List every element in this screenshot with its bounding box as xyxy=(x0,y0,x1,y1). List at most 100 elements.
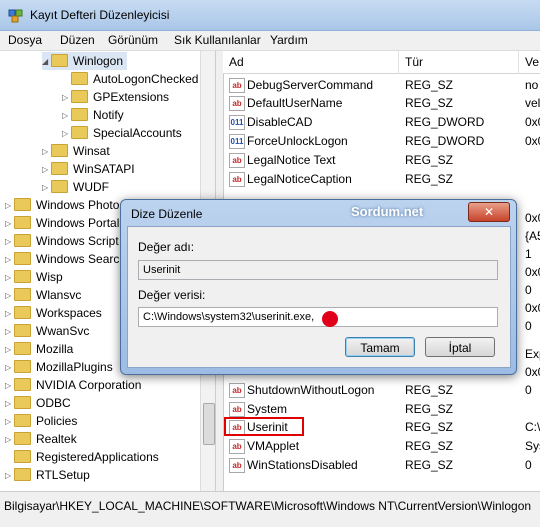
expander-icon[interactable]: ▷ xyxy=(42,143,51,161)
value-type: REG_SZ xyxy=(405,458,454,472)
expander-icon[interactable]: ▷ xyxy=(5,305,14,323)
expander-icon[interactable]: ▷ xyxy=(42,161,51,179)
watermark: Sordum.net xyxy=(351,204,424,219)
value-name: ShutdownWithoutLogon xyxy=(247,383,375,397)
value-data: vel xyxy=(525,96,540,110)
tree-item-autologonchecked[interactable]: AutoLogonChecked xyxy=(62,70,198,88)
expander-icon[interactable]: ▷ xyxy=(62,107,71,125)
value-row[interactable]: ab WinStationsDisabled REG_SZ 0 xyxy=(223,456,540,474)
value-row[interactable]: ab DebugServerCommand REG_SZ no xyxy=(223,76,540,94)
menu-view[interactable]: Görünüm xyxy=(108,33,158,47)
expander-icon[interactable]: ▷ xyxy=(62,89,71,107)
tree-item-notify[interactable]: ▷ Notify xyxy=(62,106,124,124)
value-name: LegalNoticeCaption xyxy=(247,172,352,186)
tree-item-gpextensions[interactable]: ▷ GPExtensions xyxy=(62,88,169,106)
value-row[interactable]: ab System REG_SZ xyxy=(223,400,540,418)
value-data-input[interactable]: C:\Windows\system32\userinit.exe, xyxy=(138,307,498,327)
folder-icon xyxy=(14,432,31,446)
tree-item-label: WUDF xyxy=(73,180,109,194)
tree-item-realtek[interactable]: ▷ Realtek xyxy=(5,430,77,448)
tree-item-odbc[interactable]: ▷ ODBC xyxy=(5,394,71,412)
userinit-highlight-box xyxy=(224,417,304,436)
tree-item-wlansvc[interactable]: ▷ Wlansvc xyxy=(5,286,81,304)
tree-item-winsat[interactable]: ▷ Winsat xyxy=(42,142,110,160)
expander-icon[interactable]: ▷ xyxy=(5,323,14,341)
value-type: REG_SZ xyxy=(405,439,454,453)
expander-icon[interactable]: ◢ xyxy=(42,53,51,71)
value-name-label: Değer adı: xyxy=(138,240,195,254)
value-name: DebugServerCommand xyxy=(247,78,374,92)
red-dot-marker xyxy=(322,311,338,327)
tree-item-winlogon[interactable]: ◢ Winlogon xyxy=(42,52,128,71)
tree-item-wwansvc[interactable]: ▷ WwanSvc xyxy=(5,322,89,340)
folder-icon xyxy=(14,468,31,482)
tree-item-label: Notify xyxy=(93,108,124,122)
folder-icon xyxy=(51,54,68,68)
expander-icon[interactable]: ▷ xyxy=(5,197,14,215)
value-row[interactable]: 011 ForceUnlockLogon REG_DWORD 0x0 xyxy=(223,132,540,150)
expander-icon[interactable]: ▷ xyxy=(5,233,14,251)
expander-icon[interactable]: ▷ xyxy=(5,269,14,287)
value-data: 0x0 xyxy=(525,134,540,148)
tree-item-mozilla[interactable]: ▷ Mozilla xyxy=(5,340,73,358)
string-value-icon: ab xyxy=(229,172,245,187)
folder-icon xyxy=(71,90,88,104)
tree-item-winsatapi[interactable]: ▷ WinSATAPI xyxy=(42,160,135,178)
string-value-icon: ab xyxy=(229,383,245,398)
expander-icon[interactable]: ▷ xyxy=(5,251,14,269)
tree-item-windows-photo[interactable]: ▷ Windows Photo xyxy=(5,196,119,214)
value-row[interactable]: ab VMApplet REG_SZ Sys xyxy=(223,437,540,455)
expander-icon[interactable]: ▷ xyxy=(62,125,71,143)
tree-item-label: Workspaces xyxy=(36,306,102,320)
column-header-type[interactable]: Tür xyxy=(399,51,519,74)
expander-icon[interactable]: ▷ xyxy=(5,341,14,359)
tree-item-rtlsetup[interactable]: ▷ RTLSetup xyxy=(5,466,90,484)
expander-icon[interactable]: ▷ xyxy=(5,215,14,233)
folder-icon xyxy=(14,450,31,464)
value-row[interactable]: ab LegalNotice Text REG_SZ xyxy=(223,151,540,169)
expander-icon[interactable]: ▷ xyxy=(5,359,14,377)
expander-icon[interactable]: ▷ xyxy=(5,377,14,395)
value-row[interactable]: 011 DisableCAD REG_DWORD 0x0 xyxy=(223,113,540,131)
expander-icon[interactable]: ▷ xyxy=(5,467,14,485)
column-header-data[interactable]: Ve xyxy=(519,51,540,74)
menu-favorites[interactable]: Sık Kullanılanlar xyxy=(174,33,261,47)
tree-item-policies[interactable]: ▷ Policies xyxy=(5,412,77,430)
tree-item-specialaccounts[interactable]: ▷ SpecialAccounts xyxy=(62,124,182,142)
expander-icon[interactable]: ▷ xyxy=(5,395,14,413)
value-row[interactable]: ab DefaultUserName REG_SZ vel xyxy=(223,94,540,112)
expander-icon[interactable]: ▷ xyxy=(5,287,14,305)
tree-item-workspaces[interactable]: ▷ Workspaces xyxy=(5,304,102,322)
scrollbar-thumb[interactable] xyxy=(203,403,215,445)
window-title: Kayıt Defteri Düzenleyicisi xyxy=(30,8,170,22)
folder-icon xyxy=(51,144,68,158)
tree-item-label: Wlansvc xyxy=(36,288,82,302)
folder-icon xyxy=(14,288,31,302)
folder-icon xyxy=(14,342,31,356)
tree-item-nvidia[interactable]: ▷ NVIDIA Corporation xyxy=(5,376,141,394)
tree-item-label: Wisp xyxy=(36,270,63,284)
menu-edit[interactable]: Düzen xyxy=(60,33,95,47)
value-row[interactable]: ab ShutdownWithoutLogon REG_SZ 0 xyxy=(223,381,540,399)
tree-item-mozillaplugins[interactable]: ▷ MozillaPlugins xyxy=(5,358,113,376)
expander-icon[interactable]: ▷ xyxy=(42,179,51,197)
value-row[interactable]: ab LegalNoticeCaption REG_SZ xyxy=(223,170,540,188)
column-header-name[interactable]: Ad xyxy=(223,51,399,74)
menu-file[interactable]: Dosya xyxy=(8,33,42,47)
folder-icon xyxy=(71,72,88,86)
tree-item-label: WwanSvc xyxy=(36,324,90,338)
tree-item-registeredapplications[interactable]: RegisteredApplications xyxy=(5,448,159,466)
tree-item-windows-portal[interactable]: ▷ Windows Portal xyxy=(5,214,119,232)
expander-icon[interactable]: ▷ xyxy=(5,431,14,449)
expander-icon[interactable]: ▷ xyxy=(5,413,14,431)
menu-help[interactable]: Yardım xyxy=(270,33,308,47)
tree-item-windows-script[interactable]: ▷ Windows Script xyxy=(5,232,119,250)
tree-item-wudf[interactable]: ▷ WUDF xyxy=(42,178,109,196)
dword-value-icon: 011 xyxy=(229,134,245,149)
close-button[interactable]: ✕ xyxy=(468,202,510,222)
tree-item-label: AutoLogonChecked xyxy=(93,72,199,86)
tree-item-wisp[interactable]: ▷ Wisp xyxy=(5,268,63,286)
tree-item-windows-search[interactable]: ▷ Windows Search xyxy=(5,250,126,268)
cancel-button[interactable]: İptal xyxy=(425,337,495,357)
ok-button[interactable]: Tamam xyxy=(345,337,415,357)
